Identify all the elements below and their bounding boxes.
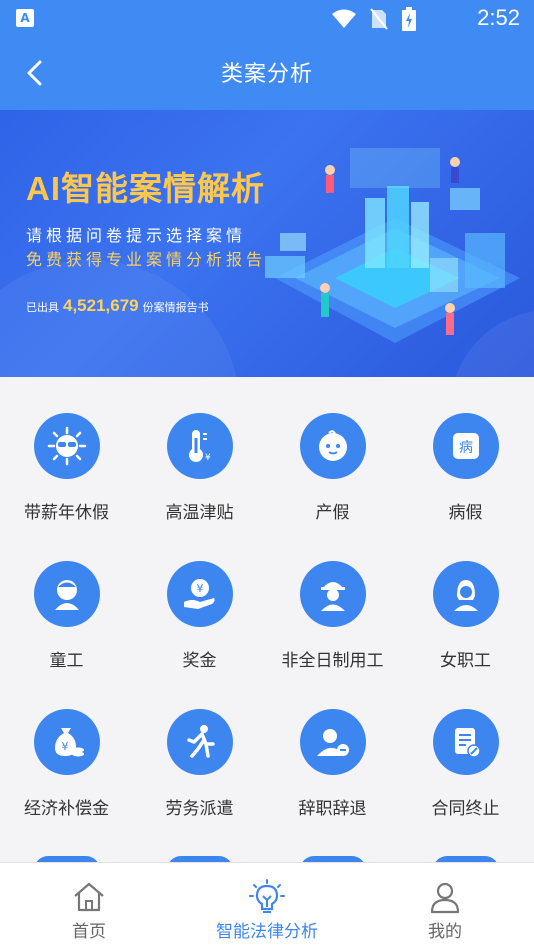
category-label: 非全日制用工 xyxy=(281,651,384,671)
banner-line-1: 请根据问卷提示选择案情 xyxy=(26,226,247,245)
category-label: 病假 xyxy=(448,503,483,523)
category-contract-termination[interactable]: 合同终止 xyxy=(399,673,532,821)
category-paid-annual-leave[interactable]: 带薪年休假 xyxy=(0,377,133,525)
tab-home[interactable]: 首页 xyxy=(0,863,178,952)
category-high-temp-allowance[interactable]: ¥ 高温津贴 xyxy=(133,377,266,525)
bulb-icon xyxy=(249,879,285,913)
female-worker-icon xyxy=(433,561,499,627)
issued-count: 4,521,679 xyxy=(63,296,139,315)
tab-smart-legal-analysis[interactable]: 智能法律分析 xyxy=(178,863,356,952)
bottom-tab-bar: 首页 智能法律分析 我的 xyxy=(0,862,534,952)
running-man-icon xyxy=(167,709,233,775)
data-platform-illustration xyxy=(265,148,520,343)
page-title: 类案分析 xyxy=(220,62,313,87)
status-icons xyxy=(332,7,416,31)
banner-decoration xyxy=(0,260,240,377)
category-child-labor[interactable]: 童工 xyxy=(0,525,133,673)
tab-mine[interactable]: 我的 xyxy=(356,863,534,952)
category-label: 合同终止 xyxy=(431,799,500,819)
tab-label: 智能法律分析 xyxy=(216,922,318,942)
banner-headline: AI智能案情解析 xyxy=(26,170,265,207)
child-icon xyxy=(34,561,100,627)
title-bar: 类案分析 xyxy=(0,36,534,110)
yen-hand-icon: ¥ xyxy=(167,561,233,627)
contract-icon xyxy=(433,709,499,775)
category-label: 高温津贴 xyxy=(165,503,234,523)
svg-text:¥: ¥ xyxy=(62,740,69,753)
issued-suffix: 份案情报告书 xyxy=(142,301,209,314)
category-resignation-dismissal[interactable]: 辞职辞退 xyxy=(266,673,399,821)
svg-text:¥: ¥ xyxy=(205,453,211,463)
issued-count-line: 已出具 4,521,679 份案情报告书 xyxy=(26,296,209,316)
category-label: 女职工 xyxy=(440,651,491,671)
app-notification-icon: A xyxy=(16,9,34,27)
category-sick-leave[interactable]: 病 病假 xyxy=(399,377,532,525)
sun-glasses-icon xyxy=(34,413,100,479)
wifi-icon xyxy=(332,9,356,28)
category-grid: 带薪年休假 ¥ 高温津贴 产假 病 病假 童工 ¥ 奖金 非全日制用工 女职工 … xyxy=(0,377,534,863)
issued-prefix: 已出具 xyxy=(26,301,59,314)
worker-icon xyxy=(300,561,366,627)
category-part-time[interactable]: 非全日制用工 xyxy=(266,525,399,673)
category-label: 童工 xyxy=(49,651,84,671)
money-bag-icon: ¥ xyxy=(34,709,100,775)
svg-text:病: 病 xyxy=(459,440,473,456)
tab-label: 我的 xyxy=(428,922,462,942)
sick-note-icon: 病 xyxy=(433,413,499,479)
svg-text:¥: ¥ xyxy=(197,582,204,595)
category-label: 奖金 xyxy=(182,651,217,671)
baby-face-icon xyxy=(300,413,366,479)
promo-banner[interactable]: AI智能案情解析 请根据问卷提示选择案情 免费获得专业案情分析报告 已出具 4,5… xyxy=(0,110,534,377)
category-female-workers[interactable]: 女职工 xyxy=(399,525,532,673)
no-sim-icon xyxy=(370,8,388,30)
user-icon xyxy=(430,882,460,914)
user-minus-icon xyxy=(300,709,366,775)
clock: 2:52 xyxy=(477,5,520,30)
category-label: 经济补偿金 xyxy=(24,799,109,819)
battery-icon xyxy=(402,7,416,31)
tab-label: 首页 xyxy=(72,922,106,942)
category-maternity-leave[interactable]: 产假 xyxy=(266,377,399,525)
home-icon xyxy=(74,882,104,912)
status-bar: A 2:52 xyxy=(0,0,534,36)
category-economic-compensation[interactable]: ¥ 经济补偿金 xyxy=(0,673,133,821)
category-label: 辞职辞退 xyxy=(298,799,367,819)
category-bonus[interactable]: ¥ 奖金 xyxy=(133,525,266,673)
category-label: 劳务派遣 xyxy=(165,799,234,819)
category-labor-dispatch[interactable]: 劳务派遣 xyxy=(133,673,266,821)
category-label: 带薪年休假 xyxy=(24,503,109,523)
category-label: 产假 xyxy=(315,503,350,523)
thermometer-icon: ¥ xyxy=(167,413,233,479)
banner-line-2: 免费获得专业案情分析报告 xyxy=(26,250,267,269)
